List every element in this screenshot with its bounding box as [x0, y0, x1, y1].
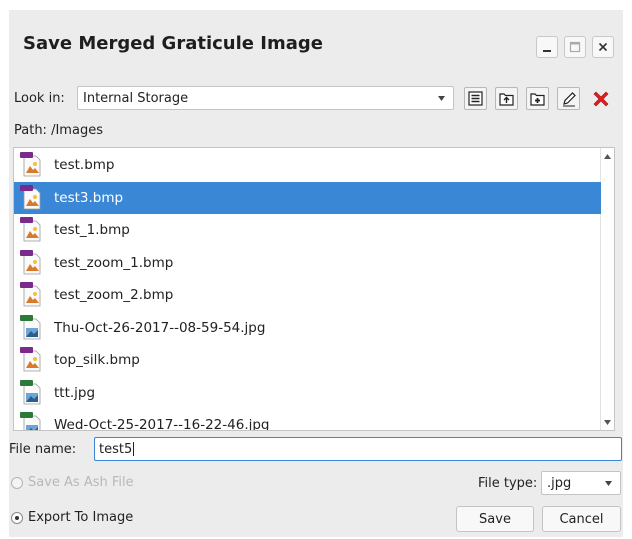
- file-name-text: top_silk.bmp: [54, 352, 140, 368]
- close-icon: [598, 42, 608, 52]
- file-list[interactable]: test.bmp test3.bmp test_1.bmp test_zoom_1.b…: [13, 147, 615, 431]
- export-to-image-radio[interactable]: [11, 512, 23, 524]
- delete-icon: [593, 91, 608, 106]
- file-name-text: test_zoom_1.bmp: [54, 254, 174, 271]
- file-name-text: test3.bmp: [54, 189, 124, 206]
- bmp-file-icon: [20, 249, 41, 274]
- save-dialog: Save Merged Graticule Image Look in: Int…: [9, 10, 623, 537]
- bmp-file-icon: [20, 347, 41, 372]
- jpg-file-icon: [20, 379, 41, 404]
- save-as-ash-radio[interactable]: [11, 477, 23, 489]
- look-in-label: Look in:: [14, 91, 65, 106]
- file-name-text: Wed-Oct-25-2017--16-22-46.jpg: [54, 417, 270, 431]
- bmp-file-icon: [20, 217, 41, 242]
- list-view-button[interactable]: [464, 87, 487, 110]
- parent-folder-button[interactable]: [495, 87, 518, 110]
- chevron-down-icon: [438, 96, 445, 101]
- chevron-down-icon: [605, 481, 612, 486]
- file-name-text: test_1.bmp: [54, 222, 130, 238]
- delete-button[interactable]: [589, 87, 612, 110]
- dialog-title: Save Merged Graticule Image: [23, 33, 323, 54]
- bmp-file-icon: [20, 152, 41, 177]
- maximize-icon: [569, 41, 581, 53]
- save-button[interactable]: Save: [456, 506, 534, 532]
- rename-button[interactable]: [557, 87, 580, 110]
- scroll-up-icon[interactable]: [604, 154, 611, 159]
- file-list-item[interactable]: test_zoom_1.bmp: [14, 247, 601, 279]
- minimize-button[interactable]: [536, 36, 558, 58]
- maximize-button[interactable]: [564, 36, 586, 58]
- file-name-text: Thu-Oct-26-2017--08-59-54.jpg: [54, 319, 266, 336]
- path-value: /Images: [51, 123, 103, 138]
- file-list-item[interactable]: test_1.bmp: [14, 214, 601, 246]
- bmp-file-icon: [20, 282, 41, 307]
- file-name-value: test5: [99, 441, 133, 457]
- file-name-label: File name:: [9, 442, 77, 457]
- scroll-down-icon[interactable]: [604, 420, 611, 425]
- file-type-combo[interactable]: .jpg: [541, 471, 621, 495]
- file-list-item[interactable]: test3.bmp: [14, 181, 601, 214]
- close-button[interactable]: [592, 36, 614, 58]
- file-list-item[interactable]: top_silk.bmp: [14, 344, 601, 376]
- minimize-icon: [543, 50, 551, 52]
- path-label: Path:: [14, 123, 47, 138]
- text-cursor: [133, 442, 135, 456]
- new-folder-button[interactable]: [526, 87, 549, 110]
- parent-folder-icon: [499, 93, 514, 106]
- file-name-text: test.bmp: [54, 157, 115, 173]
- file-list-item[interactable]: ttt.jpg: [14, 377, 601, 409]
- vertical-scrollbar[interactable]: [600, 148, 614, 430]
- file-list-item[interactable]: Thu-Oct-26-2017--08-59-54.jpg: [14, 312, 601, 344]
- file-list-item[interactable]: test_zoom_2.bmp: [14, 279, 601, 311]
- file-type-value: .jpg: [547, 475, 572, 491]
- look-in-value: Internal Storage: [83, 90, 189, 106]
- bmp-file-icon: [20, 184, 41, 209]
- jpg-file-icon: [20, 412, 41, 430]
- file-name-text: test_zoom_2.bmp: [54, 287, 174, 303]
- title-bar: Save Merged Graticule Image: [9, 10, 623, 72]
- edit-pencil-icon: [562, 91, 576, 106]
- file-type-label: File type:: [478, 476, 538, 491]
- file-list-item[interactable]: Wed-Oct-25-2017--16-22-46.jpg: [14, 409, 601, 431]
- list-view-icon: [468, 91, 483, 106]
- file-name-text: ttt.jpg: [54, 384, 96, 401]
- export-to-image-label: Export To Image: [28, 510, 134, 525]
- look-in-combo[interactable]: Internal Storage: [77, 86, 454, 110]
- cancel-button[interactable]: Cancel: [542, 506, 621, 532]
- new-folder-icon: [530, 93, 545, 106]
- file-list-item[interactable]: test.bmp: [14, 149, 601, 181]
- jpg-file-icon: [20, 314, 41, 339]
- file-name-input[interactable]: test5: [94, 437, 622, 461]
- path-display: Path: /Images: [14, 123, 103, 138]
- save-as-ash-label: Save As Ash File: [28, 475, 134, 490]
